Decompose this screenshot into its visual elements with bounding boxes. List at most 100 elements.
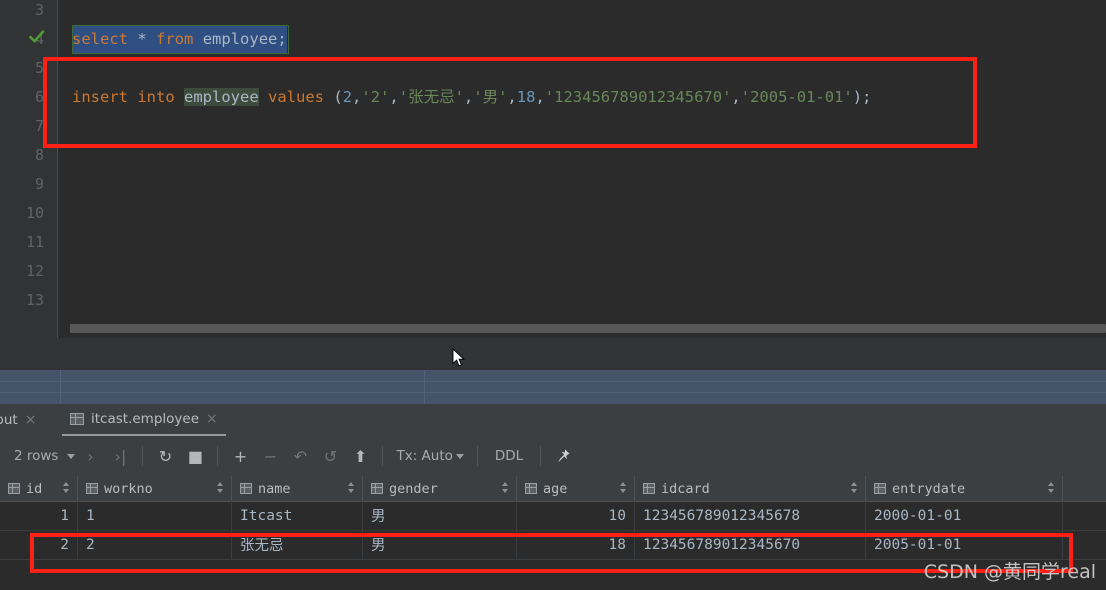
sort-toggle-icon[interactable] xyxy=(216,481,224,496)
tab-itcast-employee[interactable]: itcast.employee × xyxy=(62,404,226,436)
column-header-workno[interactable]: workno xyxy=(78,476,232,501)
next-page-button[interactable]: › xyxy=(75,436,105,476)
cell-name[interactable]: Itcast xyxy=(232,501,363,530)
code-token: 18 xyxy=(516,88,536,106)
sort-toggle-icon[interactable] xyxy=(501,481,509,496)
toolbar-separator xyxy=(217,446,219,466)
tx-mode-dropdown[interactable]: Tx: Auto xyxy=(390,436,469,476)
chevron-down-icon xyxy=(455,453,464,459)
column-header-entrydate[interactable]: entrydate xyxy=(866,476,1063,501)
cell-gender[interactable]: 男 xyxy=(363,530,517,559)
sort-toggle-icon[interactable] xyxy=(62,481,70,496)
column-grid-icon xyxy=(643,483,655,494)
watermark: CSDN @黄同学real xyxy=(923,561,1096,583)
last-page-button[interactable]: ›| xyxy=(105,436,135,476)
submit-icon[interactable]: ⬆ xyxy=(345,436,375,476)
code-token: ( xyxy=(333,88,343,106)
results-toolbar[interactable]: 2 rows › ›| ↻ ■ + − ↶ ↺ ⬆ Tx: Auto DDL xyxy=(0,436,1106,476)
close-icon[interactable]: × xyxy=(206,412,218,426)
sort-toggle-icon[interactable] xyxy=(850,481,858,496)
code-token: ) xyxy=(852,88,863,106)
sort-toggle-icon[interactable] xyxy=(619,481,627,496)
table-grid-icon xyxy=(70,413,84,425)
code-token: employee xyxy=(202,30,278,48)
stop-icon[interactable]: ■ xyxy=(180,436,210,476)
column-header-gender[interactable]: gender xyxy=(363,476,517,501)
code-line[interactable]: insert into employee values (2,'2','张无忌'… xyxy=(72,83,871,112)
ide-window: 3 4 5 6 7 8 9 10 11 12 13 select * from employee; i… xyxy=(0,0,1106,590)
table-row[interactable]: 1 1 Itcast 男 10 123456789012345678 2000-01-01 xyxy=(0,501,1106,531)
results-tabbar[interactable]: tput × itcast.employee × xyxy=(0,404,1106,436)
cell-workno[interactable]: 2 xyxy=(78,530,232,559)
code-area[interactable]: select * from employee; insert into emplo… xyxy=(58,0,1106,325)
toolbar-separator xyxy=(476,446,478,466)
code-token: ; xyxy=(862,88,872,106)
column-header-name[interactable]: name xyxy=(232,476,363,501)
cell-age[interactable]: 10 xyxy=(517,501,635,530)
code-token: , xyxy=(535,88,545,106)
chevron-down-icon xyxy=(67,453,76,459)
gutter-line-number: 11 xyxy=(25,233,44,251)
gutter-line-number: 13 xyxy=(25,291,44,309)
peek-row-separator xyxy=(0,381,1106,382)
cell-id[interactable]: 1 xyxy=(0,501,78,530)
cell-entrydate[interactable]: 2000-01-01 xyxy=(866,501,1063,530)
cell-age[interactable]: 18 xyxy=(517,530,635,559)
column-grid-icon xyxy=(874,483,886,494)
green-check-icon[interactable] xyxy=(26,25,48,54)
cell-workno[interactable]: 1 xyxy=(78,501,232,530)
code-token: from xyxy=(156,30,194,48)
table-row[interactable]: 2 2 张无忌男 18 123456789012345670 2005-01-01 xyxy=(0,530,1106,560)
results-grid-peek xyxy=(0,370,1106,404)
tab-tput[interactable]: tput × xyxy=(0,404,44,436)
delete-row-icon[interactable]: − xyxy=(255,436,285,476)
sort-toggle-icon[interactable] xyxy=(347,481,355,496)
column-header-id[interactable]: id xyxy=(0,476,78,501)
cell-name[interactable]: 张无忌 xyxy=(232,530,363,559)
sql-editor[interactable]: 3 4 5 6 7 8 9 10 11 12 13 select * from employee; i… xyxy=(0,0,1106,338)
cell-entrydate[interactable]: 2005-01-01 xyxy=(866,530,1063,559)
toolbar-separator xyxy=(142,446,144,466)
column-header-label: age xyxy=(543,480,568,497)
toolbar-separator xyxy=(382,446,384,466)
editor-results-divider xyxy=(0,338,1106,370)
column-header-label: workno xyxy=(104,480,153,497)
revert-icon[interactable]: ↶ xyxy=(285,436,315,476)
code-token: , xyxy=(507,88,517,106)
row-count-dropdown[interactable]: 2 rows xyxy=(0,436,76,476)
column-header-idcard[interactable]: idcard xyxy=(635,476,866,501)
column-grid-icon xyxy=(8,483,20,494)
cell-idcard[interactable]: 123456789012345670 xyxy=(635,530,866,559)
column-header-label: entrydate xyxy=(892,480,966,497)
code-token: , xyxy=(389,88,399,106)
column-header-age[interactable]: age xyxy=(517,476,635,501)
editor-gutter: 3 4 5 6 7 8 9 10 11 12 13 xyxy=(0,0,58,338)
toolbar-separator xyxy=(540,446,542,466)
cell-idcard[interactable]: 123456789012345678 xyxy=(635,501,866,530)
add-row-icon[interactable]: + xyxy=(225,436,255,476)
code-token: employee xyxy=(184,88,259,106)
peek-row-separator xyxy=(0,392,1106,393)
pin-icon[interactable] xyxy=(548,436,578,476)
cell-gender[interactable]: 男 xyxy=(363,501,517,530)
code-token: * xyxy=(137,30,147,48)
editor-hscroll-track[interactable] xyxy=(58,322,1106,336)
gutter-line-number: 7 xyxy=(34,117,44,135)
code-token: , xyxy=(731,88,741,106)
commit-partial-icon[interactable]: ↺ xyxy=(315,436,345,476)
column-header-label: idcard xyxy=(661,480,710,497)
ddl-button[interactable]: DDL xyxy=(485,436,533,476)
sort-toggle-icon[interactable] xyxy=(1047,481,1055,496)
cell-id[interactable]: 2 xyxy=(0,530,78,559)
code-line[interactable]: select * from employee; xyxy=(72,25,287,54)
reload-icon[interactable]: ↻ xyxy=(150,436,180,476)
close-icon[interactable]: × xyxy=(25,413,37,427)
editor-hscroll-thumb[interactable] xyxy=(70,324,1106,333)
code-token: '男' xyxy=(473,88,508,106)
tab-label: tput xyxy=(0,412,18,428)
code-token: values xyxy=(268,88,325,106)
column-header-label: gender xyxy=(389,480,438,497)
